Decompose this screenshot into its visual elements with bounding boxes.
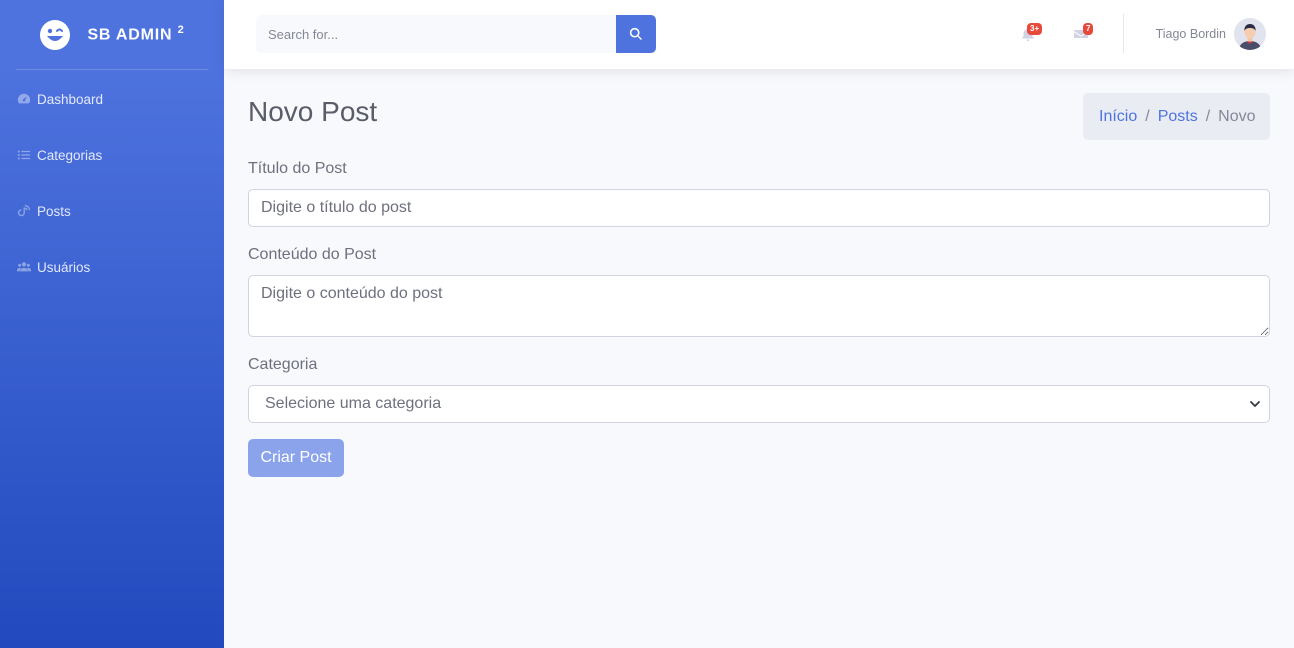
chevron-down-icon [1250,401,1260,407]
sidebar: SB ADMIN 2 Dashboard Categorias Posts Us… [0,0,224,648]
user-dropdown[interactable]: Tiago Bordin [1156,18,1266,50]
category-label: Categoria [248,356,318,373]
sidebar-item-label: Categorias [37,147,103,163]
breadcrumb-posts[interactable]: Posts [1158,108,1198,126]
sidebar-nav: Dashboard Categorias Posts Usuários [0,71,224,295]
post-title-input[interactable] [248,189,1270,227]
messages-dropdown[interactable]: 7 [1071,23,1094,44]
post-content-textarea[interactable] [248,275,1270,337]
topbar: 3+ 7 Tiago Bordin [224,0,1294,69]
breadcrumb-separator: / [1205,107,1211,125]
sidebar-item-categorias[interactable]: Categorias [0,127,224,183]
search-button[interactable] [616,15,656,53]
sidebar-divider [16,69,208,70]
brand-name: SB ADMIN 2 [87,24,185,44]
messages-badge: 7 [1083,23,1094,35]
users-icon [17,262,31,272]
sidebar-item-label: Posts [37,203,71,219]
alerts-dropdown[interactable]: 3+ [1018,23,1043,44]
breadcrumb-home[interactable]: Início [1099,108,1137,126]
avatar [1234,18,1266,50]
post-title-label: Título do Post [248,160,347,177]
list-icon [17,150,31,160]
category-select[interactable]: Selecione uma categoria [248,385,1270,423]
blog-icon [17,204,31,217]
sidebar-item-dashboard[interactable]: Dashboard [0,71,224,127]
page-title: Novo Post [248,96,378,127]
sidebar-item-label: Dashboard [37,91,104,107]
tachometer-icon [17,93,31,104]
user-name: Tiago Bordin [1155,27,1226,41]
create-post-button[interactable]: Criar Post [248,439,344,477]
sidebar-item-usuarios[interactable]: Usuários [0,239,224,295]
sidebar-item-posts[interactable]: Posts [0,183,224,239]
breadcrumb-current: Novo [1218,107,1256,125]
breadcrumb: Início / Posts / Novo [1083,93,1270,140]
search-input[interactable] [256,15,616,53]
breadcrumb-separator: / [1145,107,1150,125]
alerts-badge: 3+ [1027,23,1043,35]
sidebar-item-label: Usuários [37,259,91,275]
topbar-divider [1123,14,1124,53]
post-content-label: Conteúdo do Post [248,246,377,263]
laugh-wink-icon [40,19,71,50]
sidebar-brand[interactable]: SB ADMIN 2 [0,0,224,69]
search-icon [629,27,642,40]
topbar-search [256,15,656,53]
category-select-value: Selecione uma categoria [265,395,442,412]
